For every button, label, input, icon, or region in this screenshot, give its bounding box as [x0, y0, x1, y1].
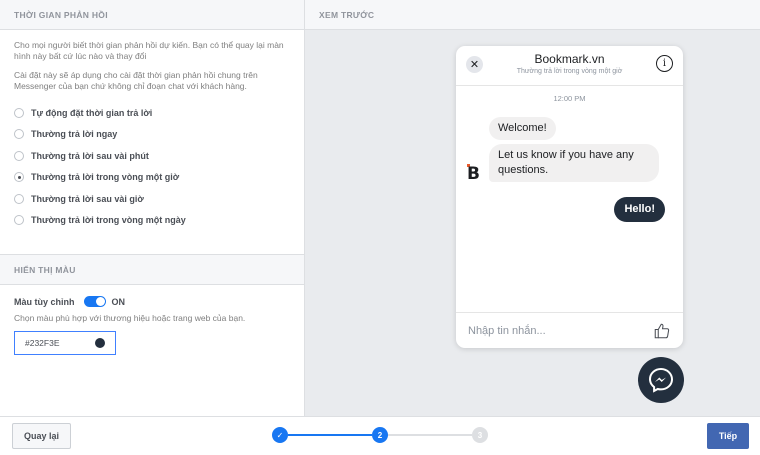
radio-button[interactable]	[14, 215, 24, 226]
color-hex-input[interactable]: #232F3E	[14, 331, 116, 355]
option-label: Thường trả lời sau vài giờ	[31, 193, 144, 204]
color-swatch[interactable]	[95, 338, 105, 348]
option-label: Thường trả lời trong vòng một ngày	[31, 215, 186, 226]
next-button[interactable]: Tiếp	[707, 423, 749, 449]
color-display-section: HIỂN THỊ MÀU Màu tùy chỉnh ON Chọn màu p…	[0, 254, 304, 355]
radio-button[interactable]	[14, 129, 24, 140]
radio-button[interactable]	[14, 150, 24, 161]
back-button[interactable]: Quay lại	[12, 423, 71, 449]
toggle-state-label: ON	[111, 296, 126, 307]
option-label: Thường trả lời sau vài phút	[31, 150, 149, 161]
settings-panel: THỜI GIAN PHẢN HỒI Cho mọi người biết th…	[0, 0, 305, 416]
progress-line-pending	[388, 434, 472, 436]
response-time-options: Tự động đặt thời gian trả lời Thường trả…	[14, 102, 290, 231]
message-welcome: Welcome!	[489, 117, 556, 140]
response-time-note: Cài đặt này sẽ áp dụng cho cài đặt thời …	[14, 70, 258, 91]
messenger-logo-icon	[648, 367, 674, 393]
custom-color-row: Màu tùy chỉnh ON	[0, 296, 304, 307]
color-hint: Chọn màu phù hợp với thương hiệu hoặc tr…	[14, 313, 246, 323]
response-time-header: THỜI GIAN PHẢN HỒI	[0, 0, 304, 30]
color-display-header: HIỂN THỊ MÀU	[0, 254, 304, 285]
option-hours[interactable]: Thường trả lời sau vài giờ	[14, 188, 290, 210]
preview-panel: XEM TRƯỚC ✕ Bookmark.vn Thường trả lời t…	[305, 0, 760, 416]
message-input[interactable]: Nhập tin nhắn...	[468, 325, 546, 337]
option-instant[interactable]: Thường trả lời ngay	[14, 124, 290, 146]
radio-button[interactable]	[14, 107, 24, 118]
chat-subtitle: Thường trả lời trong vòng một giờ	[516, 68, 623, 75]
chat-header: ✕ Bookmark.vn Thường trả lời trong vòng …	[456, 46, 683, 86]
footer-bar: Quay lại ✓ 2 3 Tiếp	[0, 416, 760, 455]
info-icon[interactable]: i	[656, 55, 673, 72]
chat-title: Bookmark.vn	[534, 52, 605, 66]
option-one-day[interactable]: Thường trả lời trong vòng một ngày	[14, 210, 290, 232]
step-1-check-icon: ✓	[272, 427, 288, 443]
preview-header: XEM TRƯỚC	[305, 0, 760, 30]
page-avatar: B	[467, 164, 480, 184]
response-time-description: Cho mọi người biết thời gian phản hồi dự…	[14, 40, 284, 61]
progress-line-complete	[288, 434, 372, 436]
message-question: Let us know if you have any questions.	[489, 144, 659, 182]
thumbs-up-icon[interactable]	[653, 322, 671, 340]
message-composer[interactable]: Nhập tin nhắn...	[456, 312, 683, 348]
option-auto[interactable]: Tự động đặt thời gian trả lời	[14, 102, 290, 124]
color-hex-value: #232F3E	[25, 338, 60, 348]
option-one-hour[interactable]: Thường trả lời trong vòng một giờ	[14, 167, 290, 189]
option-minutes[interactable]: Thường trả lời sau vài phút	[14, 145, 290, 167]
chat-timestamp: 12:00 PM	[553, 94, 586, 103]
option-label: Thường trả lời ngay	[31, 129, 118, 140]
custom-color-toggle[interactable]	[83, 296, 106, 307]
messenger-icon[interactable]	[638, 357, 684, 403]
option-label: Tự động đặt thời gian trả lời	[31, 107, 153, 118]
radio-button[interactable]	[14, 193, 24, 204]
step-2-indicator: 2	[372, 427, 388, 443]
custom-color-label: Màu tùy chỉnh	[14, 296, 75, 307]
step-3-indicator: 3	[472, 427, 488, 443]
radio-button-selected[interactable]	[14, 172, 24, 183]
response-time-body: Cho mọi người biết thời gian phản hồi dự…	[0, 30, 304, 231]
option-label: Thường trả lời trong vòng một giờ	[31, 172, 180, 183]
chat-preview-window: ✕ Bookmark.vn Thường trả lời trong vòng …	[456, 46, 683, 348]
message-reply: Hello!	[614, 197, 665, 222]
